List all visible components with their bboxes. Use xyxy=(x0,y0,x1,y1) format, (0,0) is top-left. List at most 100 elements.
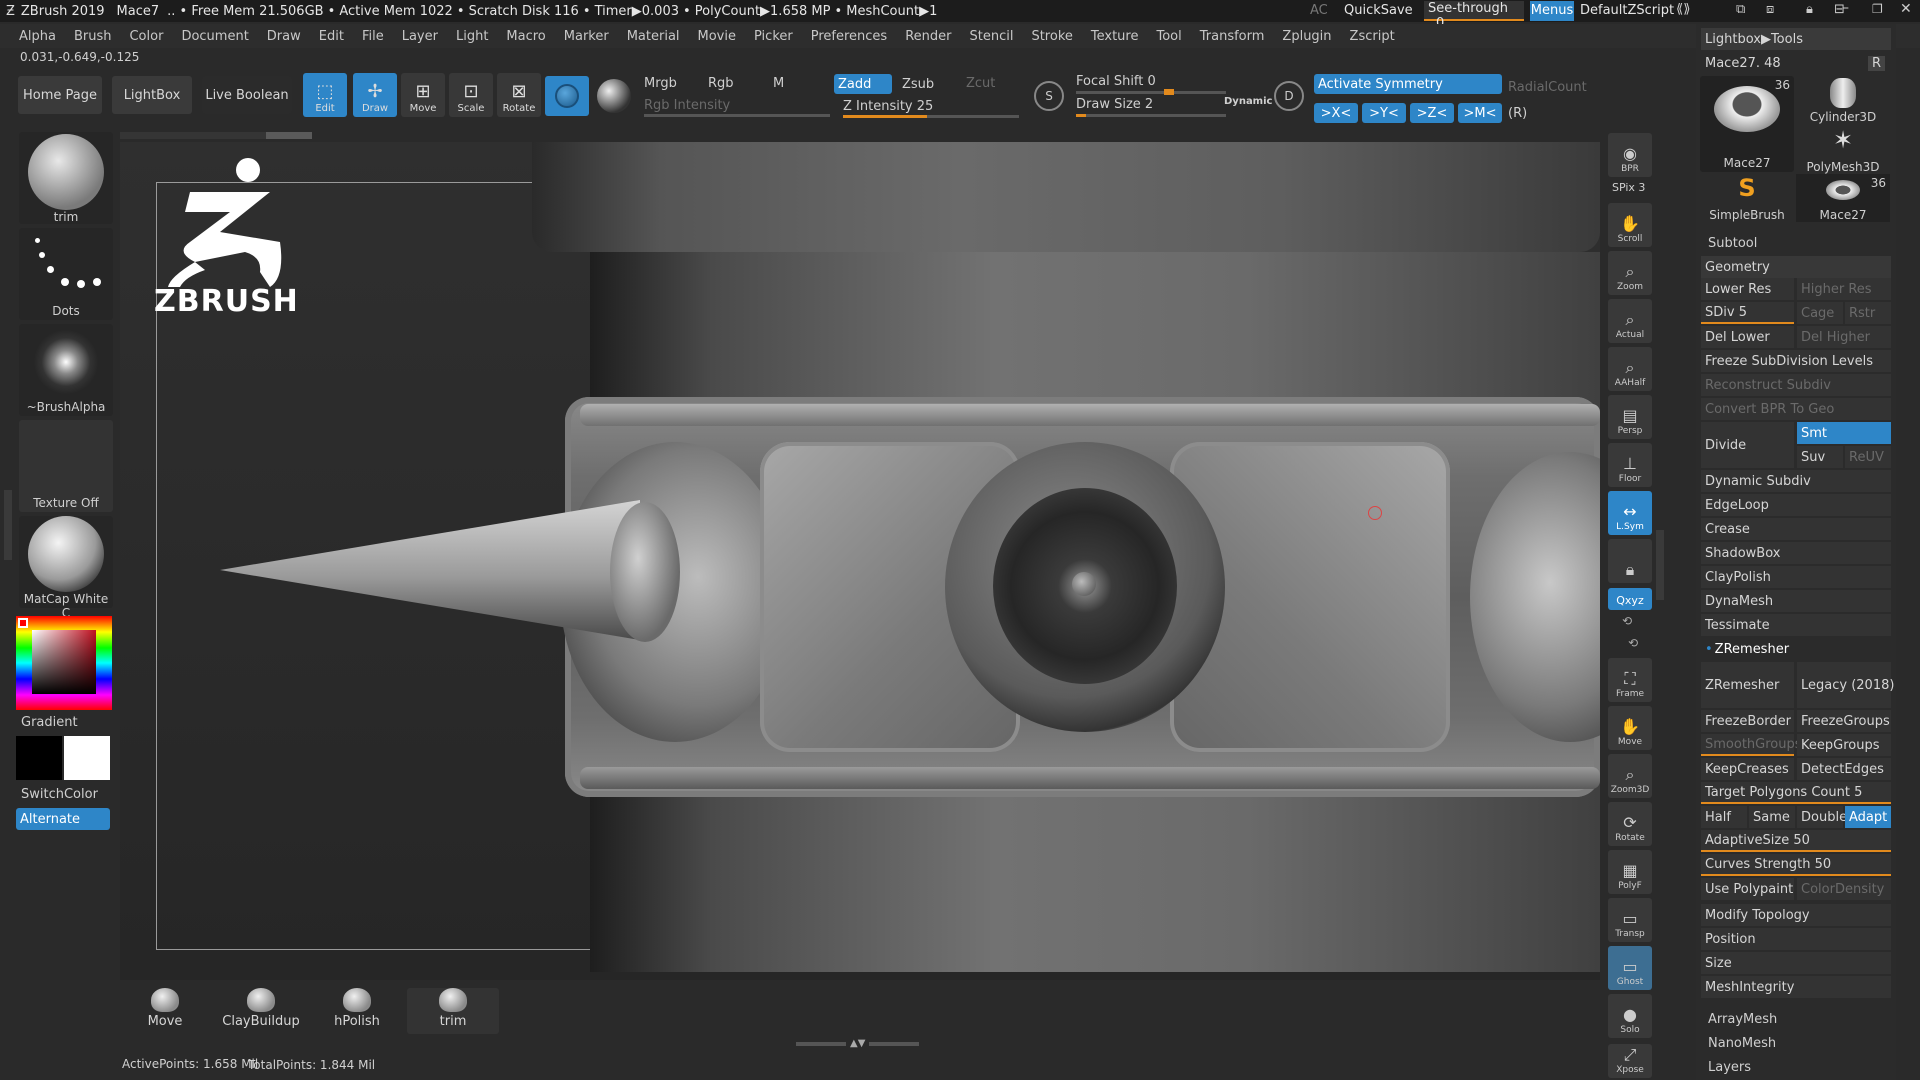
actual-button[interactable]: ⌕ Actual xyxy=(1608,299,1652,343)
rotate-y-icon[interactable]: ⟲ xyxy=(1622,614,1632,628)
nanomesh-palette[interactable]: NanoMesh xyxy=(1708,1036,1776,1051)
menu-texture[interactable]: Texture xyxy=(1082,29,1148,44)
rotate-z-icon[interactable]: ⟲ xyxy=(1628,636,1638,650)
tool-thumb-simplebrush[interactable]: S SimpleBrush xyxy=(1700,174,1794,222)
detectedges-toggle[interactable]: DetectEdges xyxy=(1797,758,1891,780)
legacy-2018-button[interactable]: Legacy (2018) xyxy=(1797,662,1894,708)
move-mode-button[interactable]: ⊞ Move xyxy=(401,73,445,117)
target-polygons-slider[interactable]: Target Polygons Count 5 xyxy=(1701,782,1891,804)
focal-shift-slider[interactable]: Focal Shift 0 xyxy=(1076,74,1156,89)
use-polypaint-toggle[interactable]: Use Polypaint xyxy=(1701,878,1794,900)
sym-z-button[interactable]: >Z< xyxy=(1410,103,1454,123)
scroll-button[interactable]: ✋ Scroll xyxy=(1608,203,1652,247)
menu-stroke[interactable]: Stroke xyxy=(1022,29,1081,44)
menu-light[interactable]: Light xyxy=(447,29,497,44)
bpr-button[interactable]: ◉ BPR xyxy=(1608,133,1652,177)
cage-button[interactable]: Cage xyxy=(1797,302,1843,324)
floor-button[interactable]: ⊥ Floor xyxy=(1608,443,1652,487)
divide-button[interactable]: Divide xyxy=(1701,422,1794,468)
freezeborder-toggle[interactable]: FreezeBorder xyxy=(1701,710,1794,732)
switch-color-button[interactable]: SwitchColor xyxy=(21,787,98,802)
claypolish-section[interactable]: ClayPolish xyxy=(1701,566,1891,588)
menu-color[interactable]: Color xyxy=(120,29,172,44)
reconstruct-subdiv-button[interactable]: Reconstruct Subdiv xyxy=(1701,374,1891,396)
curves-strength-slider[interactable]: Curves Strength 50 xyxy=(1701,854,1891,876)
home-page-button[interactable]: Home Page xyxy=(18,76,102,114)
activate-symmetry-button[interactable]: Activate Symmetry xyxy=(1314,74,1502,94)
freeze-subdivision-button[interactable]: Freeze SubDivision Levels xyxy=(1701,350,1891,372)
draw-size-track[interactable] xyxy=(1076,114,1226,117)
zremesher-button[interactable]: ZRemesher xyxy=(1701,662,1794,708)
brush-thumbnail[interactable]: trim xyxy=(19,132,113,224)
mrgb-button[interactable]: Mrgb xyxy=(644,76,677,91)
freezegroups-toggle[interactable]: FreezeGroups xyxy=(1797,710,1891,732)
quicksave-button[interactable]: QuickSave xyxy=(1344,3,1413,18)
radial-count-slider[interactable]: RadialCount xyxy=(1508,80,1587,95)
brush-claybuildup-button[interactable]: ClayBuildup xyxy=(215,988,307,1034)
transp-button[interactable]: ▭ Transp xyxy=(1608,898,1652,942)
layers-palette[interactable]: Layers xyxy=(1708,1060,1751,1075)
tool-thumb-polymesh3d[interactable]: ✶ PolyMesh3D xyxy=(1796,126,1890,174)
left-tray-toggle[interactable] xyxy=(4,490,12,560)
subtool-palette[interactable]: Subtool xyxy=(1708,236,1757,251)
color-sphere-icon[interactable] xyxy=(597,79,631,113)
menu-picker[interactable]: Picker xyxy=(745,29,802,44)
sym-r-button[interactable]: (R) xyxy=(1508,106,1527,121)
canvas-top-scroll[interactable] xyxy=(120,132,266,139)
shadowbox-section[interactable]: ShadowBox xyxy=(1701,542,1891,564)
position-section[interactable]: Position xyxy=(1701,928,1891,950)
xpose-button[interactable]: ⤢ Xpose xyxy=(1608,1044,1652,1078)
menu-material[interactable]: Material xyxy=(618,29,689,44)
frame-button[interactable]: ⛶ Frame xyxy=(1608,658,1652,702)
rgb-intensity-track[interactable] xyxy=(644,114,830,117)
stroke-d-icon[interactable]: D xyxy=(1274,81,1304,111)
right-tray-toggle[interactable] xyxy=(1656,530,1664,600)
material-sphere-button[interactable] xyxy=(545,76,589,116)
persp-button[interactable]: ▤ Persp xyxy=(1608,395,1652,439)
solo-button[interactable]: ● Solo xyxy=(1608,994,1652,1038)
main-color-swatch[interactable] xyxy=(16,736,62,780)
tool-thumb-mace27-2[interactable]: 36 Mace27 xyxy=(1796,174,1890,222)
live-boolean-button[interactable]: Live Boolean xyxy=(202,76,292,114)
draw-mode-button[interactable]: ✢ Draw xyxy=(353,73,397,117)
canvas-scroll-indicator[interactable] xyxy=(266,132,312,139)
stroke-s-icon[interactable]: S xyxy=(1034,81,1064,111)
adaptive-size-slider[interactable]: AdaptiveSize 50 xyxy=(1701,830,1891,852)
r-button[interactable]: R xyxy=(1867,55,1885,71)
meshintegrity-section[interactable]: MeshIntegrity xyxy=(1701,976,1891,998)
texture-thumbnail[interactable]: Texture Off xyxy=(19,420,113,512)
dynamic-subdiv-section[interactable]: Dynamic Subdiv xyxy=(1701,470,1891,492)
menu-tool[interactable]: Tool xyxy=(1147,29,1190,44)
reuv-toggle[interactable]: ReUV xyxy=(1845,446,1891,468)
menu-marker[interactable]: Marker xyxy=(555,29,618,44)
current-tool-slider[interactable]: Mace27. 48 R xyxy=(1701,52,1891,74)
rotate-view-button[interactable]: ⟳ Rotate xyxy=(1608,802,1652,846)
color-density-slider[interactable]: ColorDensity xyxy=(1797,878,1891,900)
double-button[interactable]: Double xyxy=(1797,806,1847,828)
del-lower-button[interactable]: Del Lower xyxy=(1701,326,1794,348)
material-thumbnail[interactable]: MatCap White C xyxy=(19,516,113,620)
modify-topology-section[interactable]: Modify Topology xyxy=(1701,904,1891,926)
draw-size-slider[interactable]: Draw Size 2 xyxy=(1076,97,1153,112)
del-higher-button[interactable]: Del Higher xyxy=(1797,326,1891,348)
bottom-tray-handle[interactable]: ▲▼ xyxy=(796,1039,924,1049)
adapt-toggle[interactable]: Adapt xyxy=(1845,806,1891,828)
z-intensity-slider[interactable]: Z Intensity 25 xyxy=(843,99,933,114)
smt-toggle[interactable]: Smt xyxy=(1797,422,1891,444)
half-button[interactable]: Half xyxy=(1701,806,1747,828)
stroke-thumbnail[interactable]: Dots xyxy=(19,228,113,320)
menu-brush[interactable]: Brush xyxy=(65,29,121,44)
menu-preferences[interactable]: Preferences xyxy=(802,29,896,44)
lock-icon[interactable]: 🔒︎ xyxy=(1806,2,1813,17)
lower-res-button[interactable]: Lower Res xyxy=(1701,278,1794,300)
alpha-thumbnail[interactable]: ~BrushAlpha xyxy=(19,324,113,416)
color-picker[interactable] xyxy=(16,616,112,710)
alternate-button[interactable]: Alternate xyxy=(16,808,110,830)
tool-thumb-cylinder3d[interactable]: Cylinder3D xyxy=(1796,76,1890,124)
xyz-button[interactable]: Qxyz xyxy=(1608,588,1652,610)
close-icon[interactable]: ✕ xyxy=(1900,1,1912,17)
tool-thumb-mace27[interactable]: 36 Mace27 xyxy=(1700,76,1794,172)
menu-edit[interactable]: Edit xyxy=(310,29,353,44)
menu-file[interactable]: File xyxy=(353,29,393,44)
minimize-icon[interactable]: – xyxy=(1842,0,1849,16)
